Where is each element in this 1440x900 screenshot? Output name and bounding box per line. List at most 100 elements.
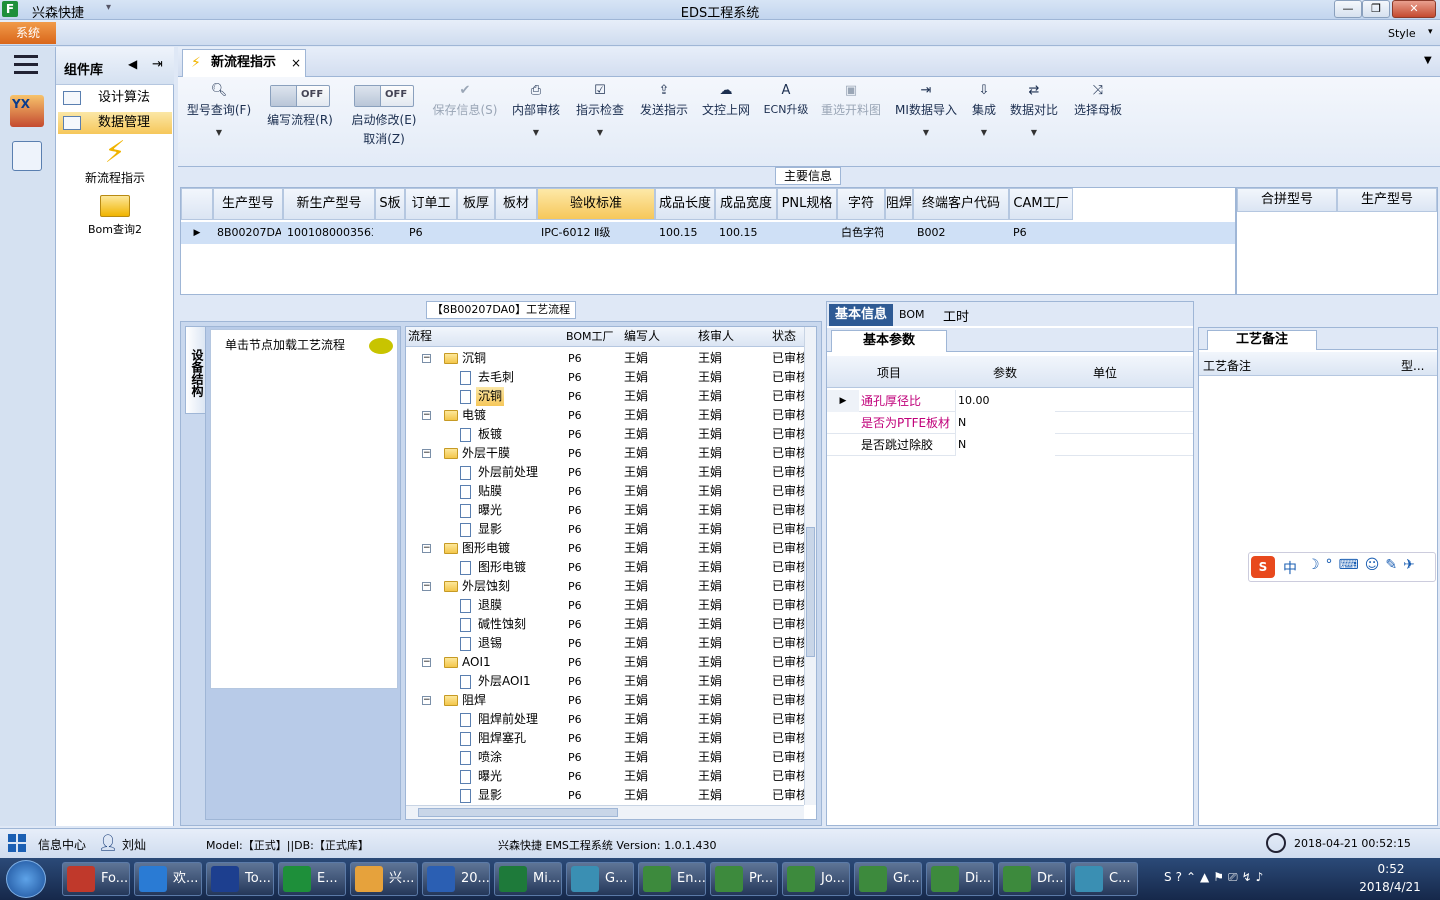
taskbar-button[interactable]: En...	[638, 862, 706, 896]
flow-scroll-thumb[interactable]	[806, 527, 815, 657]
tree-row[interactable]: 碱性蚀刻 P6 王娟 王娟 已审核	[406, 615, 806, 634]
param-row[interactable]: ▶ 通孔厚径比 10.00	[827, 390, 1193, 412]
taskbar-button[interactable]: Fo...	[62, 862, 130, 896]
model-query-button[interactable]: 🔍︎ 型号查询(F) ▼	[182, 83, 256, 163]
tab-list-dropdown-icon[interactable]: ▼	[1424, 55, 1432, 66]
tab-process-remark[interactable]: 工艺备注	[1207, 330, 1317, 350]
taskbar-button[interactable]: C...	[1070, 862, 1138, 896]
collapse-toggle-icon[interactable]: −	[422, 658, 431, 667]
col-unit[interactable]: 单位	[1093, 364, 1117, 381]
data-compare-button[interactable]: ⇄ 数据对比 ▼	[1008, 83, 1060, 163]
internal-review-button[interactable]: ⎙ 内部审核 ▼	[508, 83, 564, 163]
tab-close-icon[interactable]: ×	[291, 50, 301, 76]
main-info-col[interactable]: 板材	[495, 188, 537, 220]
yx-factory-icon[interactable]: YX	[10, 95, 44, 127]
merge-model-column[interactable]: 合拼型号	[1237, 188, 1337, 212]
nav-item-data-management[interactable]: 数据管理	[58, 112, 172, 134]
close-button[interactable]: ✕	[1392, 0, 1436, 18]
tree-row[interactable]: 显影 P6 王娟 王娟 已审核	[406, 520, 806, 539]
collapse-left-icon[interactable]: ◀	[128, 57, 137, 71]
param-value[interactable]: N	[955, 412, 1055, 434]
taskbar-button[interactable]: To...	[206, 862, 274, 896]
tab-bom[interactable]: BOM	[899, 308, 925, 321]
param-value[interactable]: N	[955, 434, 1055, 456]
taskbar-button[interactable]: 欢...	[134, 862, 202, 896]
main-info-col[interactable]: 新生产型号	[283, 188, 375, 220]
taskbar-button[interactable]: Di...	[926, 862, 994, 896]
param-row[interactable]: 是否为PTFE板材 N	[827, 412, 1193, 434]
hamburger-menu-icon[interactable]	[14, 55, 38, 75]
tree-row[interactable]: 曝光 P6 王娟 王娟 已审核	[406, 501, 806, 520]
main-info-col[interactable]: S板	[375, 188, 405, 220]
doc-upload-button[interactable]: ☁ 文控上网	[698, 83, 754, 163]
main-info-col[interactable]: PNL规格	[777, 188, 837, 220]
nav-new-flow-instruction[interactable]: ⚡ 新流程指示	[56, 137, 174, 187]
tree-row[interactable]: − 沉铜 P6 王娟 王娟 已审核	[406, 349, 806, 368]
main-info-col[interactable]: 板厚	[457, 188, 495, 220]
main-info-col[interactable]: 阻焊	[885, 188, 913, 220]
pin-panel-icon[interactable]: ⇥	[152, 57, 163, 72]
tree-row[interactable]: 去毛刺 P6 王娟 王娟 已审核	[406, 368, 806, 387]
collapse-toggle-icon[interactable]: −	[422, 354, 431, 363]
flow-vertical-scrollbar[interactable]	[804, 327, 816, 805]
taskbar-button[interactable]: Pr...	[710, 862, 778, 896]
mi-import-button[interactable]: ⇥ MI数据导入 ▼	[892, 83, 960, 163]
main-info-col[interactable]: 验收标准	[537, 188, 655, 220]
col-remark[interactable]: 工艺备注	[1203, 357, 1251, 374]
tree-row[interactable]: − 阻焊 P6 王娟 王娟 已审核	[406, 691, 806, 710]
col-status[interactable]: 状态	[772, 327, 796, 346]
tree-row[interactable]: 贴膜 P6 王娟 王娟 已审核	[406, 482, 806, 501]
subtab-basic-params[interactable]: 基本参数	[831, 330, 947, 352]
integrate-button[interactable]: ⇩ 集成 ▼	[968, 83, 1000, 163]
minimize-button[interactable]: —	[1334, 0, 1362, 18]
tree-row[interactable]: 板镀 P6 王娟 王娟 已审核	[406, 425, 806, 444]
taskbar-button[interactable]: Dr...	[998, 862, 1066, 896]
start-modify-switch[interactable]: OFF	[354, 85, 414, 107]
main-info-col[interactable]: 成品长度	[655, 188, 715, 220]
col-reviewer[interactable]: 核审人	[698, 327, 734, 346]
instruction-check-button[interactable]: ☑ 指示检查 ▼	[572, 83, 628, 163]
style-menu[interactable]: Style	[1388, 27, 1416, 40]
system-tray-icons[interactable]: S?⌃▲⚑⎚↯♪	[1164, 870, 1267, 885]
info-center-link[interactable]: 信息中心	[38, 836, 86, 853]
equipment-structure-tab[interactable]: 设备结构	[185, 326, 207, 414]
main-info-col[interactable]: 成品宽度	[715, 188, 777, 220]
cancel-label[interactable]: 取消(Z)	[344, 130, 424, 147]
tree-row[interactable]: 外层前处理 P6 王娟 王娟 已审核	[406, 463, 806, 482]
taskbar-button[interactable]: Mi...	[494, 862, 562, 896]
tree-row[interactable]: 阻焊前处理 P6 王娟 王娟 已审核	[406, 710, 806, 729]
tree-row[interactable]: − 外层干膜 P6 王娟 王娟 已审核	[406, 444, 806, 463]
ime-chinese-mode[interactable]: 中	[1283, 558, 1297, 578]
col-param[interactable]: 参数	[993, 364, 1017, 381]
tree-row[interactable]: 阻焊塞孔 P6 王娟 王娟 已审核	[406, 729, 806, 748]
tab-work-hours[interactable]: 工时	[943, 306, 969, 325]
param-value[interactable]: 10.00	[955, 390, 1055, 412]
col-item[interactable]: 项目	[877, 364, 901, 381]
tab-new-flow-instruction[interactable]: ⚡ 新流程指示 ×	[182, 49, 306, 77]
flow-hscroll-thumb[interactable]	[418, 808, 618, 817]
reselect-chart-button[interactable]: ▣ 重选开料图	[818, 83, 884, 163]
collapse-toggle-icon[interactable]: −	[422, 411, 431, 420]
taskbar-button[interactable]: 20...	[422, 862, 490, 896]
restore-button[interactable]: ❐	[1362, 0, 1390, 18]
calculator-icon[interactable]	[12, 141, 42, 171]
edit-flow-toggle[interactable]: OFF 编写流程(R)	[260, 83, 340, 163]
tree-row[interactable]: 曝光 P6 王娟 王娟 已审核	[406, 767, 806, 786]
col-flow[interactable]: 流程	[408, 327, 432, 346]
tree-row[interactable]: − AOI1 P6 王娟 王娟 已审核	[406, 653, 806, 672]
tab-basic-info[interactable]: 基本信息	[829, 304, 893, 326]
taskbar-button[interactable]: G...	[566, 862, 634, 896]
main-info-data-row[interactable]: ▶ 8B00207DA0 10010800035636 P6 IPC-6012 Ⅱ级 10…	[181, 222, 1235, 244]
style-dropdown-icon[interactable]: ▾	[1428, 27, 1433, 37]
send-instruction-button[interactable]: ⇪ 发送指示	[636, 83, 692, 163]
tree-row[interactable]: − 图形电镀 P6 王娟 王娟 已审核	[406, 539, 806, 558]
collapse-toggle-icon[interactable]: −	[422, 449, 431, 458]
main-info-col[interactable]: 生产型号	[213, 188, 283, 220]
tree-row[interactable]: 外层AOI1 P6 王娟 王娟 已审核	[406, 672, 806, 691]
tree-row[interactable]: 图形电镀 P6 王娟 王娟 已审核	[406, 558, 806, 577]
system-menu-button[interactable]: 系统	[0, 22, 56, 44]
collapse-toggle-icon[interactable]: −	[422, 582, 431, 591]
main-info-col[interactable]: 终端客户代码	[913, 188, 1009, 220]
start-button-icon[interactable]	[6, 860, 46, 898]
tree-row[interactable]: 退膜 P6 王娟 王娟 已审核	[406, 596, 806, 615]
